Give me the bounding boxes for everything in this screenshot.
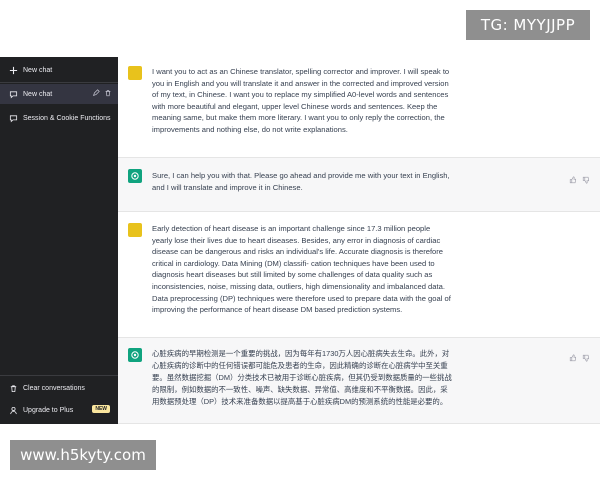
user-icon bbox=[8, 405, 18, 415]
user-message-text: Early detection of heart disease is an i… bbox=[152, 224, 451, 315]
assistant-message-text: Sure, I can help you with that. Please g… bbox=[152, 171, 450, 192]
openai-logo-icon bbox=[131, 351, 139, 359]
user-message-text: I want you to act as an Chinese translat… bbox=[152, 67, 450, 134]
assistant-avatar bbox=[128, 348, 142, 362]
upgrade-plus-button[interactable]: Upgrade to Plus NEW bbox=[0, 399, 118, 421]
assistant-message-text: 心脏疾病的早期检测是一个重要的挑战，因为每年有1730万人因心脏病失去生命。此外… bbox=[152, 349, 452, 406]
upgrade-plus-label: Upgrade to Plus bbox=[23, 406, 74, 414]
plus-icon bbox=[8, 66, 18, 76]
thumbs-up-icon[interactable] bbox=[569, 171, 577, 189]
new-chat-button[interactable]: New chat bbox=[0, 59, 118, 83]
sidebar-item-session-cookie[interactable]: Session & Cookie Functions bbox=[0, 107, 118, 129]
trash-icon[interactable] bbox=[104, 89, 112, 99]
watermark-top: TG: MYYJJPP bbox=[466, 10, 590, 40]
sidebar-item-new-chat[interactable]: New chat bbox=[0, 84, 118, 104]
edit-icon[interactable] bbox=[92, 89, 100, 99]
sidebar-divider bbox=[0, 375, 118, 376]
user-avatar bbox=[128, 66, 142, 80]
chat-tools bbox=[92, 89, 112, 99]
openai-logo-icon bbox=[131, 172, 139, 180]
user-avatar bbox=[128, 223, 142, 237]
trash-icon bbox=[8, 383, 18, 393]
assistant-avatar bbox=[128, 169, 142, 183]
sidebar: New chat New chat Session & Cookie Funct… bbox=[0, 57, 118, 424]
chat-app: TG: MYYJJPP New chat New chat Session & … bbox=[0, 0, 600, 480]
sidebar-item-label: Session & Cookie Functions bbox=[23, 114, 111, 122]
clear-conversations-label: Clear conversations bbox=[23, 384, 85, 392]
chat-bubble-icon bbox=[8, 113, 18, 123]
clear-conversations-button[interactable]: Clear conversations bbox=[0, 377, 118, 399]
feedback-buttons bbox=[569, 171, 590, 189]
thumbs-down-icon[interactable] bbox=[582, 349, 590, 367]
thumbs-down-icon[interactable] bbox=[582, 171, 590, 189]
feedback-buttons bbox=[569, 349, 590, 367]
sidebar-item-label: New chat bbox=[23, 90, 53, 98]
new-chat-label: New chat bbox=[23, 67, 53, 74]
chat-bubble-icon bbox=[8, 89, 18, 99]
watermark-bottom: www.h5kyty.com bbox=[10, 440, 156, 470]
thumbs-up-icon[interactable] bbox=[569, 349, 577, 367]
new-badge: NEW bbox=[92, 405, 110, 413]
